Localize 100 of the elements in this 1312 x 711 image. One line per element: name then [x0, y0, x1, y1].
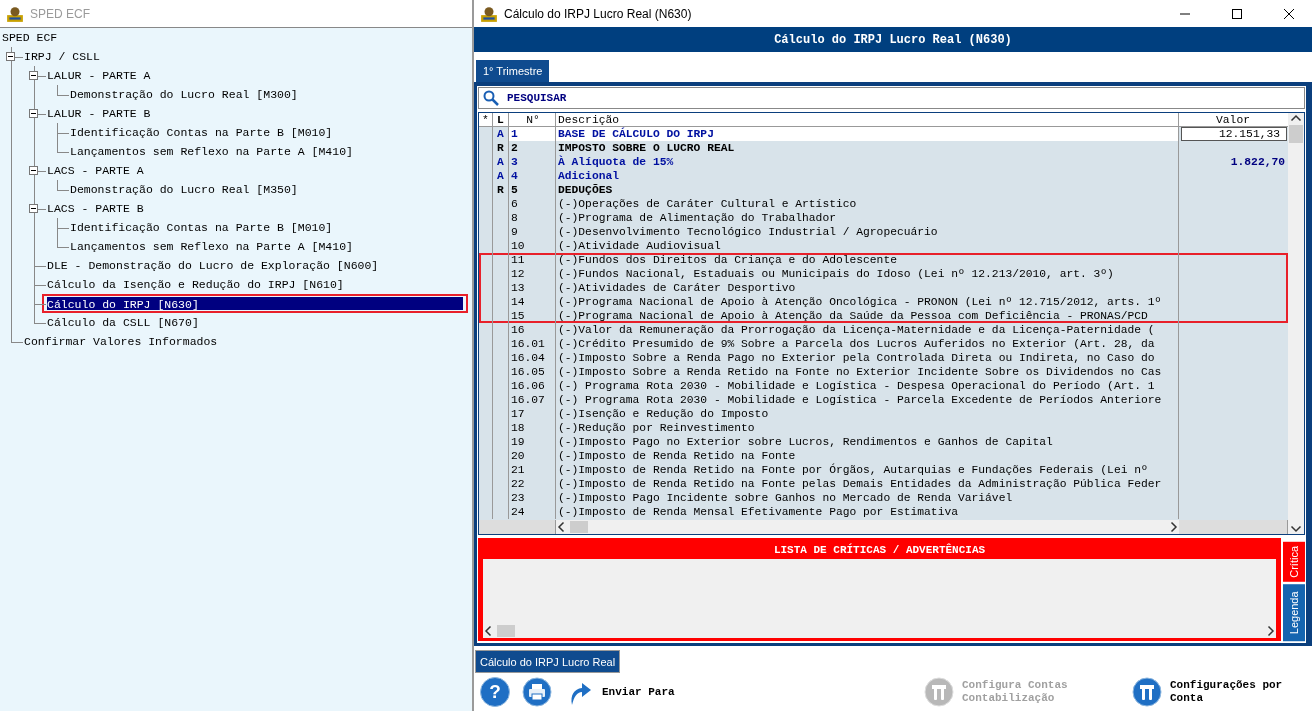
value-field[interactable]: 12.151,33: [1181, 127, 1287, 141]
table-cell: 2: [509, 141, 556, 155]
table-cell: 13: [509, 281, 556, 295]
table-cell: (-) Programa Rota 2030 - Mobilidade e Logística - Despesa Operacional do Período (Art. 1: [556, 379, 1179, 393]
table-cell: BASE DE CÁLCULO DO IRPJ: [556, 127, 1179, 141]
column-header: Descrição: [556, 113, 1179, 126]
search-field[interactable]: PESQUISAR: [478, 87, 1305, 109]
table-cell: 16.06: [509, 379, 556, 393]
tree-item[interactable]: LACS - PARTE B: [46, 199, 145, 218]
column-header: *: [479, 113, 493, 126]
table-cell: 1.822,70: [1230, 156, 1285, 168]
table-cell: R: [493, 141, 509, 155]
table-cell: 16.01: [509, 337, 556, 351]
table-cell: (-)Redução por Reinvestimento: [556, 421, 1179, 435]
printer-icon[interactable]: [522, 677, 552, 707]
table-cell: Adicional: [556, 169, 1179, 183]
tree-item[interactable]: LALUR - PARTE B: [46, 104, 152, 123]
close-icon[interactable]: [1283, 7, 1295, 20]
table-cell: (-)Crédito Presumido de 9% Sobre a Parcela dos Lucros Auferidos no Exterior (Art. 28, da: [556, 337, 1179, 351]
tree-item[interactable]: Demonstração do Lucro Real [M300]: [69, 85, 299, 104]
settings-icon[interactable]: [1132, 677, 1162, 707]
table-cell: 21: [509, 463, 556, 477]
collapse-icon[interactable]: [6, 52, 15, 61]
table-cell: 16.05: [509, 365, 556, 379]
tree-item[interactable]: Demonstração do Lucro Real [M350]: [69, 180, 299, 199]
tree-item[interactable]: IRPJ / CSLL: [23, 47, 101, 66]
side-tab[interactable]: Crítica: [1283, 542, 1305, 582]
app-icon: [480, 4, 498, 23]
search-icon: [483, 90, 499, 106]
button-label[interactable]: Configurações por Conta: [1170, 679, 1298, 705]
collapse-icon[interactable]: [29, 71, 38, 80]
table-cell: À Alíquota de 15%: [556, 155, 1179, 169]
vertical-scrollbar[interactable]: [1288, 113, 1304, 534]
table-cell: (-)Imposto Sobre a Renda Pago no Exterior pela Controlada Direta ou Indireta, no Caso do: [556, 351, 1179, 365]
table-cell: (-)Operações de Caráter Cultural e Artístico: [556, 197, 1179, 211]
table-cell: 16: [509, 323, 556, 337]
button-label[interactable]: Enviar Para: [602, 686, 675, 698]
table-cell: (-)Imposto de Renda Mensal Efetivamente Pago por Estimativa: [556, 505, 1179, 519]
table-cell: 20: [509, 449, 556, 463]
collapse-icon[interactable]: [29, 204, 38, 213]
table-cell: (-)Imposto Pago Incidente sobre Ganhos no Mercado de Renda Variável: [556, 491, 1179, 505]
table-cell: 1: [509, 127, 556, 141]
tree-item[interactable]: Identificação Contas na Parte B [M010]: [69, 123, 334, 142]
tree-item[interactable]: LACS - PARTE A: [46, 161, 145, 180]
panel-header: LISTA DE CRÍTICAS / ADVERTÊNCIAS: [772, 542, 987, 558]
tree-item[interactable]: Cálculo da CSLL [N670]: [46, 313, 200, 332]
table-cell: 23: [509, 491, 556, 505]
table-cell: 24: [509, 505, 556, 519]
table-cell: 17: [509, 407, 556, 421]
table-cell: (-)Atividade Audiovisual: [556, 239, 1179, 253]
table-cell: (-) Programa Rota 2030 - Mobilidade e Logística - Parcela Excedente de Períodos Anteriore: [556, 393, 1179, 407]
table-cell: (-)Fundos dos Direitos da Criança e do Adolescente: [556, 253, 1179, 267]
horizontal-scrollbar[interactable]: [556, 520, 1179, 534]
table-cell: (-)Imposto de Renda Retido na Fonte por Órgãos, Autarquias e Fundações Federais (Lei nº: [556, 463, 1179, 477]
tree-item[interactable]: LALUR - PARTE A: [46, 66, 152, 85]
table-cell: 16.04: [509, 351, 556, 365]
table-cell: 15: [509, 309, 556, 323]
table-cell: (-)Programa Nacional de Apoio à Atenção Oncológica - PRONON (Lei nº 12.715/2012, arts. 1º: [556, 295, 1179, 309]
maximize-icon[interactable]: [1231, 7, 1243, 20]
tree-item[interactable]: DLE - Demonstração do Lucro de Exploração [N600]: [46, 256, 380, 275]
tab[interactable]: 1° Trimestre: [476, 60, 550, 82]
app-icon: [6, 4, 24, 23]
table-cell: IMPOSTO SOBRE O LUCRO REAL: [556, 141, 1179, 155]
column-header: N°: [509, 113, 556, 126]
table-cell: 6: [509, 197, 556, 211]
tree-item[interactable]: Lançamentos sem Reflexo na Parte A [M410]: [69, 142, 354, 161]
table-cell: DEDUÇÕES: [556, 183, 1179, 197]
table-cell: (-)Imposto Pago no Exterior sobre Lucros, Rendimentos e Ganhos de Capital: [556, 435, 1179, 449]
table-cell: (-)Programa de Alimentação do Trabalhador: [556, 211, 1179, 225]
table-cell: 12: [509, 267, 556, 281]
tree-item[interactable]: Lançamentos sem Reflexo na Parte A [M410]: [69, 237, 354, 256]
table-cell: R: [493, 183, 509, 197]
help-button[interactable]: ?: [480, 677, 510, 707]
collapse-icon[interactable]: [29, 109, 38, 118]
tree-item[interactable]: Identificação Contas na Parte B [M010]: [69, 218, 334, 237]
table-cell: (-)Imposto de Renda Retido na Fonte pelas Demais Entidades da Administração Pública Feder: [556, 477, 1179, 491]
window-title: SPED ECF: [30, 6, 90, 21]
side-tab[interactable]: Legenda: [1283, 583, 1305, 641]
window-title: Cálculo do IRPJ Lucro Real (N630): [504, 6, 692, 21]
table-cell: (-)Desenvolvimento Tecnológico Industrial / Agropecuário: [556, 225, 1179, 239]
table-cell: 3: [509, 155, 556, 169]
table-cell: 9: [509, 225, 556, 239]
tree-item[interactable]: Cálculo do IRPJ [N630]: [42, 294, 468, 313]
tree-root[interactable]: SPED ECF: [0, 29, 58, 47]
table-cell: 4: [509, 169, 556, 183]
column-header: Valor: [1215, 113, 1251, 126]
tree-item[interactable]: Cálculo da Isenção e Redução do IRPJ [N610]: [46, 275, 345, 294]
tree-item[interactable]: Confirmar Valores Informados: [23, 332, 219, 351]
table-cell: 22: [509, 477, 556, 491]
horizontal-scrollbar[interactable]: [483, 624, 1276, 638]
table-cell: (-)Valor da Remuneração da Prorrogação da Licença-Maternidade e da Licença-Paternidade (: [556, 323, 1179, 337]
scrollbar-thumb[interactable]: [497, 625, 515, 637]
scrollbar-thumb[interactable]: [570, 521, 588, 533]
scrollbar-thumb[interactable]: [1289, 125, 1303, 143]
column-header: L: [493, 113, 509, 126]
table-cell: (-)Fundos Nacional, Estaduais ou Municipais do Idoso (Lei nº 12.213/2010, art. 3º): [556, 267, 1179, 281]
table-cell: 10: [509, 239, 556, 253]
collapse-icon[interactable]: [29, 166, 38, 175]
table-cell: (-)Programa Nacional de Apoio à Atenção da Saúde da Pessoa com Deficiência - PRONAS/PCD: [556, 309, 1179, 323]
tab[interactable]: Cálculo do IRPJ Lucro Real: [475, 650, 621, 673]
